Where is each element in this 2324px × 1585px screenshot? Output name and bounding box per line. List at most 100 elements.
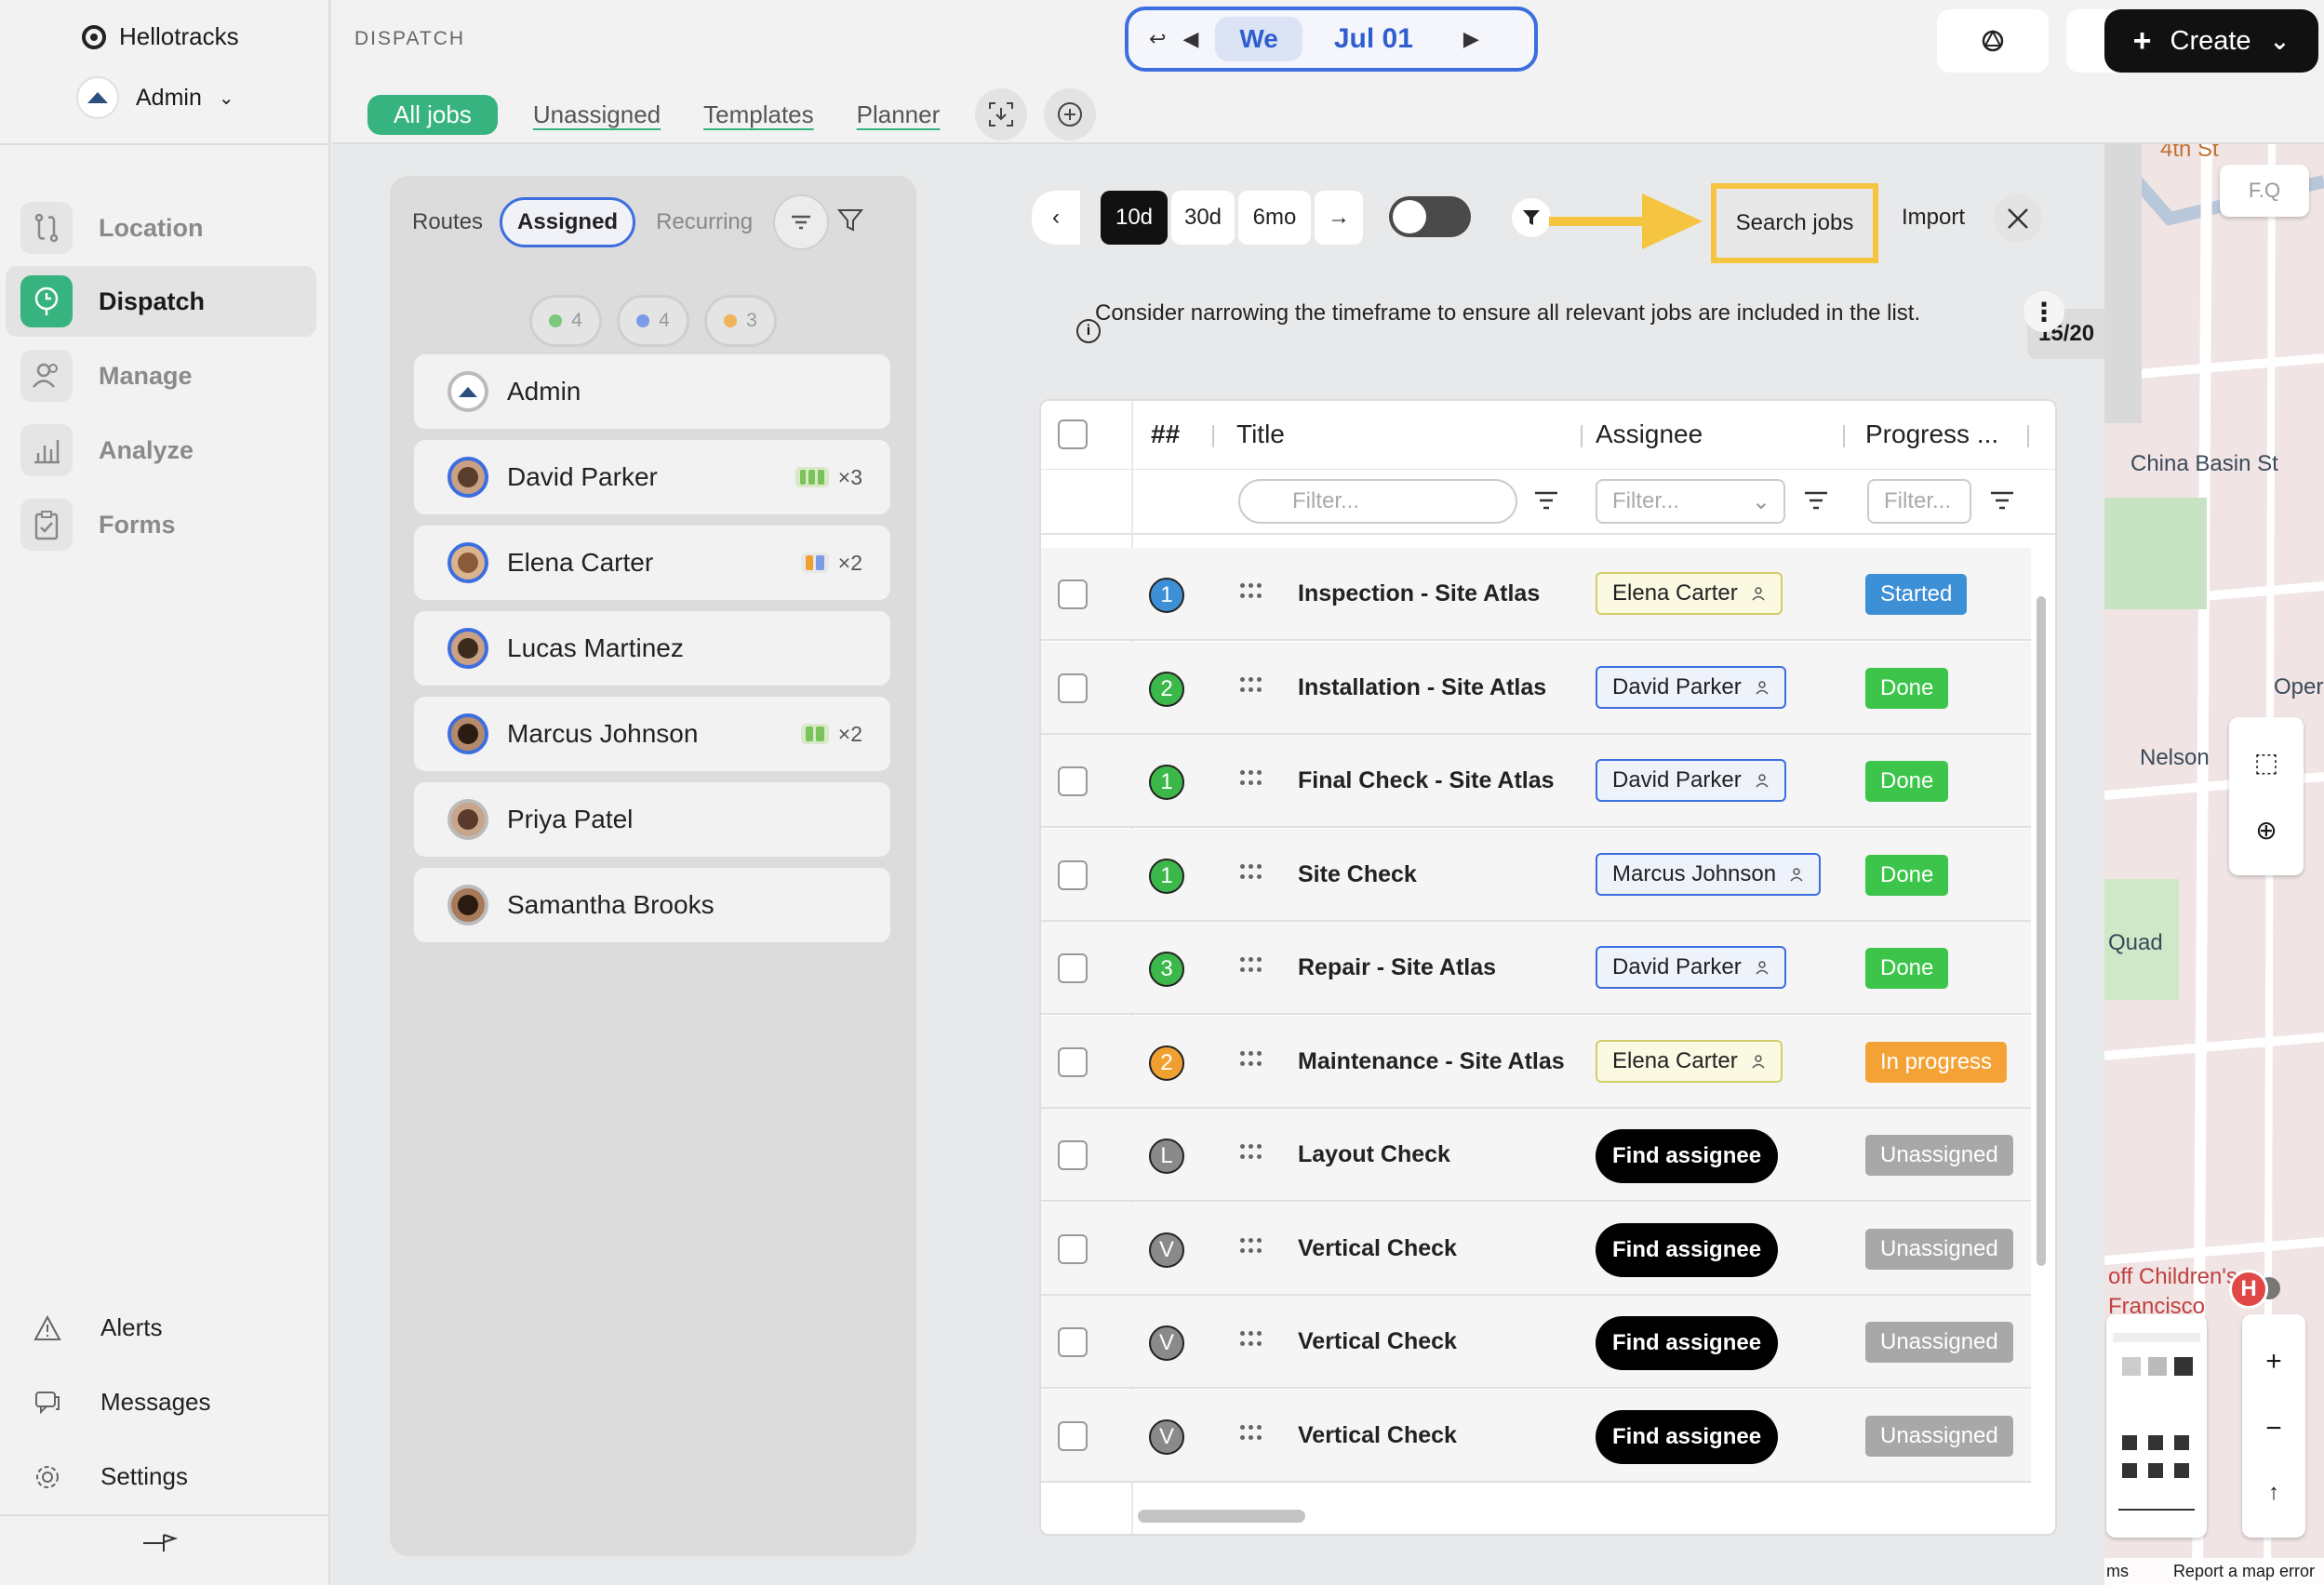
row-checkbox[interactable] bbox=[1058, 1140, 1088, 1170]
nav-alerts[interactable]: Alerts bbox=[33, 1313, 162, 1342]
column-separator[interactable] bbox=[1581, 425, 1583, 447]
job-title[interactable]: Final Check - Site Atlas bbox=[1298, 767, 1555, 794]
map-search-button[interactable]: F.Q bbox=[2220, 165, 2309, 217]
zoom-in-button[interactable]: + bbox=[2265, 1346, 2282, 1378]
column-separator[interactable] bbox=[2027, 425, 2029, 447]
table-row[interactable]: 1 Site Check Marcus Johnson Done bbox=[1041, 828, 2031, 922]
find-assignee-button[interactable]: Find assignee bbox=[1596, 1409, 1779, 1464]
job-title[interactable]: Maintenance - Site Atlas bbox=[1298, 1048, 1565, 1075]
count-green[interactable]: 4 bbox=[529, 295, 602, 347]
count-orange[interactable]: 3 bbox=[704, 295, 777, 347]
route-card[interactable]: Samantha Brooks bbox=[414, 868, 890, 942]
range-30d[interactable]: 30d bbox=[1171, 191, 1235, 245]
filter-lines-icon[interactable] bbox=[1532, 486, 1560, 514]
col-number[interactable]: ## bbox=[1151, 420, 1180, 449]
prev-range-button[interactable]: ‹ bbox=[1032, 191, 1080, 245]
assignee-chip[interactable]: Marcus Johnson bbox=[1596, 852, 1822, 896]
drag-handle-icon[interactable] bbox=[1240, 768, 1262, 789]
tab-assigned[interactable]: Assigned bbox=[500, 197, 636, 247]
table-row[interactable]: 2 Maintenance - Site Atlas Elena Carter In … bbox=[1041, 1015, 2031, 1109]
route-card[interactable]: Lucas Martinez bbox=[414, 611, 890, 686]
route-card[interactable]: Elena Carter ×2 bbox=[414, 526, 890, 600]
drag-handle-icon[interactable] bbox=[1240, 862, 1262, 883]
table-row[interactable]: V Vertical Check Find assignee Unassigned bbox=[1041, 1202, 2031, 1296]
column-separator[interactable] bbox=[1843, 425, 1845, 447]
nav-forms[interactable]: Forms bbox=[6, 489, 316, 560]
drag-handle-icon[interactable] bbox=[1240, 1329, 1262, 1350]
more-options-icon[interactable]: ⋮ bbox=[2023, 291, 2064, 332]
column-separator[interactable] bbox=[1212, 425, 1214, 447]
row-checkbox[interactable] bbox=[1058, 1046, 1088, 1077]
drag-handle-icon[interactable] bbox=[1240, 675, 1262, 696]
import-button[interactable]: Import bbox=[1891, 191, 1975, 245]
nav-messages[interactable]: Messages bbox=[33, 1388, 211, 1417]
drag-handle-icon[interactable] bbox=[1240, 1423, 1262, 1444]
tab-planner[interactable]: Planner bbox=[849, 100, 948, 129]
create-button[interactable]: + Create ⌄ bbox=[2104, 9, 2318, 73]
hospital-map-pin[interactable]: H bbox=[2229, 1270, 2268, 1309]
add-circle-icon[interactable] bbox=[1044, 88, 1097, 140]
job-title[interactable]: Vertical Check bbox=[1298, 1422, 1457, 1449]
assignee-filter-select[interactable]: Filter... ⌄ bbox=[1596, 479, 1785, 524]
brand[interactable]: Hellotracks bbox=[82, 22, 239, 51]
prev-day-icon[interactable]: ◀ bbox=[1182, 27, 1198, 51]
tab-routes[interactable]: Routes bbox=[412, 209, 483, 235]
org-switcher[interactable]: Admin ⌄ bbox=[76, 76, 234, 119]
compass-icon[interactable]: ↑ bbox=[2268, 1480, 2279, 1506]
row-checkbox[interactable] bbox=[1058, 953, 1088, 983]
job-title[interactable]: Inspection - Site Atlas bbox=[1298, 580, 1540, 607]
ai-assistant-button[interactable] bbox=[1937, 9, 2049, 73]
route-card[interactable]: Marcus Johnson ×2 bbox=[414, 697, 890, 771]
assignee-chip[interactable]: Elena Carter bbox=[1596, 1039, 1783, 1083]
next-range-button[interactable]: → bbox=[1315, 191, 1363, 245]
assignee-chip[interactable]: David Parker bbox=[1596, 665, 1786, 709]
route-card[interactable]: Priya Patel bbox=[414, 782, 890, 857]
table-row[interactable]: V Vertical Check Find assignee Unassigned bbox=[1041, 1296, 2031, 1389]
row-checkbox[interactable] bbox=[1058, 673, 1088, 703]
add-point-icon[interactable]: ⊕ bbox=[2255, 815, 2277, 846]
assignee-chip[interactable]: Elena Carter bbox=[1596, 572, 1783, 615]
col-progress[interactable]: Progress ... bbox=[1865, 420, 1998, 449]
nav-location[interactable]: Location bbox=[6, 193, 316, 263]
table-row[interactable]: L Layout Check Find assignee Unassigned bbox=[1041, 1109, 2031, 1202]
tab-templates[interactable]: Templates bbox=[696, 100, 821, 129]
tab-unassigned[interactable]: Unassigned bbox=[526, 100, 668, 129]
col-title[interactable]: Title bbox=[1236, 420, 1285, 449]
table-row[interactable]: 1 Inspection - Site Atlas Elena Carter Star… bbox=[1041, 548, 2031, 641]
filter-lines-icon[interactable] bbox=[1988, 486, 2016, 514]
find-assignee-button[interactable]: Find assignee bbox=[1596, 1316, 1779, 1370]
job-title[interactable]: Installation - Site Atlas bbox=[1298, 674, 1546, 701]
filter-button[interactable] bbox=[1512, 198, 1551, 237]
toggle-switch[interactable] bbox=[1389, 196, 1471, 237]
vertical-scrollbar[interactable] bbox=[2037, 596, 2046, 1266]
date-display[interactable]: Jul 01 bbox=[1334, 23, 1413, 55]
find-assignee-button[interactable]: Find assignee bbox=[1596, 1129, 1779, 1183]
tab-recurring[interactable]: Recurring bbox=[656, 209, 753, 235]
nav-settings[interactable]: Settings bbox=[33, 1462, 188, 1491]
undo-icon[interactable]: ↩ bbox=[1149, 27, 1166, 51]
tab-all-jobs[interactable]: All jobs bbox=[367, 94, 498, 135]
row-checkbox[interactable] bbox=[1058, 579, 1088, 609]
drag-handle-icon[interactable] bbox=[1240, 581, 1262, 602]
find-assignee-button[interactable]: Find assignee bbox=[1596, 1222, 1779, 1277]
job-title[interactable]: Repair - Site Atlas bbox=[1298, 954, 1496, 981]
row-checkbox[interactable] bbox=[1058, 766, 1088, 796]
job-title[interactable]: Vertical Check bbox=[1298, 1328, 1457, 1355]
horizontal-scrollbar[interactable] bbox=[1138, 1510, 1305, 1523]
sort-icon[interactable] bbox=[773, 194, 830, 250]
table-row[interactable]: 2 Installation - Site Atlas David Parker Do… bbox=[1041, 641, 2031, 735]
row-checkbox[interactable] bbox=[1058, 1327, 1088, 1357]
next-day-icon[interactable]: ▶ bbox=[1463, 27, 1479, 51]
drag-handle-icon[interactable] bbox=[1240, 1142, 1262, 1163]
drag-handle-icon[interactable] bbox=[1240, 1236, 1262, 1257]
row-checkbox[interactable] bbox=[1058, 859, 1088, 890]
nav-dispatch[interactable]: Dispatch bbox=[6, 266, 316, 337]
zoom-out-button[interactable]: − bbox=[2265, 1413, 2282, 1445]
filter-lines-icon[interactable] bbox=[1802, 486, 1830, 514]
row-checkbox[interactable] bbox=[1058, 1420, 1088, 1451]
report-map-error-link[interactable]: Report a map error bbox=[2173, 1562, 2315, 1581]
scan-import-icon[interactable] bbox=[975, 88, 1028, 140]
assignee-chip[interactable]: David Parker bbox=[1596, 759, 1786, 802]
close-button[interactable] bbox=[1994, 194, 2042, 243]
filter-icon[interactable] bbox=[836, 206, 864, 240]
